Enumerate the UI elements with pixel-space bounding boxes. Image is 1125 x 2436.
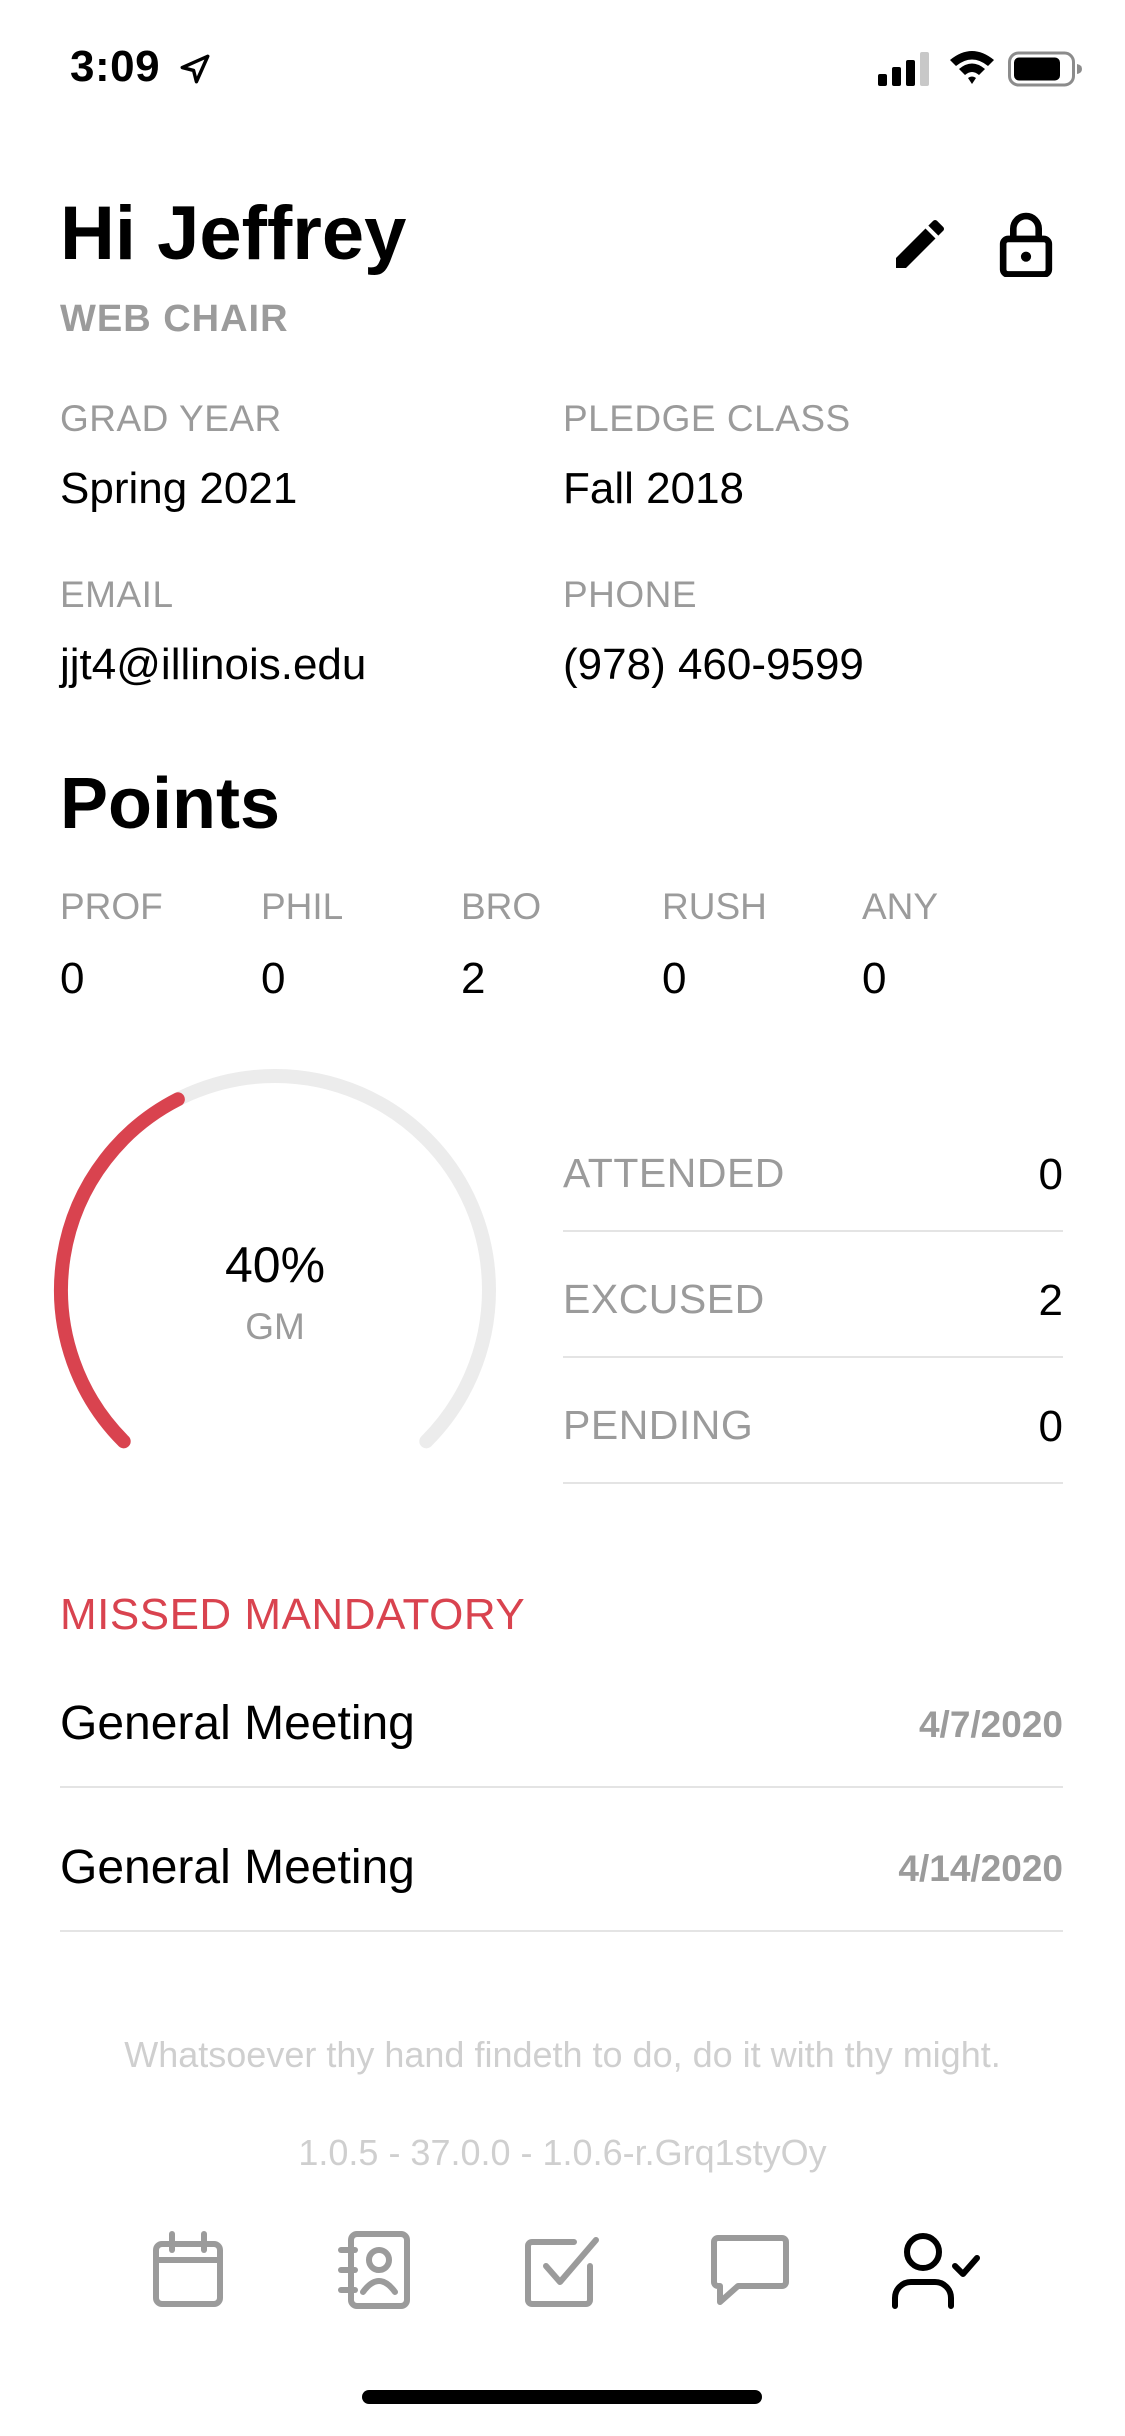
status-time: 3:09 bbox=[70, 42, 161, 91]
status-bar: 3:09 bbox=[0, 0, 1125, 140]
pending-row: PENDING 0 bbox=[563, 1360, 1063, 1484]
points-any-value: 0 bbox=[862, 954, 887, 1003]
missed-event-row[interactable]: General Meeting 4/14/2020 bbox=[60, 1788, 1063, 1932]
tab-tasks[interactable] bbox=[512, 2220, 612, 2320]
missed-event-row[interactable]: General Meeting 4/7/2020 bbox=[60, 1644, 1063, 1788]
points-bro-value: 2 bbox=[461, 954, 486, 1003]
user-check-icon bbox=[892, 2233, 980, 2309]
excused-label: EXCUSED bbox=[563, 1276, 765, 1322]
grad-year-label: GRAD YEAR bbox=[60, 398, 282, 439]
excused-row: EXCUSED 2 bbox=[563, 1234, 1063, 1358]
edit-profile-button[interactable] bbox=[884, 208, 956, 280]
tab-directory[interactable] bbox=[325, 2220, 425, 2320]
points-bro-label: BRO bbox=[461, 886, 542, 927]
greeting-title: Hi Jeffrey bbox=[60, 191, 407, 276]
tab-profile[interactable] bbox=[886, 2220, 986, 2320]
points-prof-label: PROF bbox=[60, 886, 163, 927]
battery-icon bbox=[1008, 51, 1082, 87]
missed-event-date: 4/7/2020 bbox=[918, 1704, 1063, 1745]
chat-icon bbox=[711, 2235, 789, 2305]
excused-value: 2 bbox=[1038, 1276, 1063, 1325]
missed-event-name: General Meeting bbox=[60, 1841, 415, 1894]
pledge-class-value: Fall 2018 bbox=[563, 464, 745, 513]
email-label: EMAIL bbox=[60, 574, 174, 615]
checkbox-icon bbox=[525, 2237, 599, 2307]
gauge-label: GM bbox=[245, 1306, 305, 1347]
attended-row: ATTENDED 0 bbox=[563, 1108, 1063, 1232]
lock-button[interactable] bbox=[990, 208, 1062, 280]
pending-label: PENDING bbox=[563, 1402, 754, 1448]
role-label: WEB CHAIR bbox=[60, 298, 289, 340]
calendar-icon bbox=[153, 2231, 223, 2307]
attended-value: 0 bbox=[1038, 1150, 1063, 1199]
attended-label: ATTENDED bbox=[563, 1150, 785, 1196]
gauge-percent: 40% bbox=[224, 1237, 326, 1293]
points-phil-label: PHIL bbox=[261, 886, 344, 927]
contacts-icon bbox=[338, 2231, 410, 2309]
tab-bar bbox=[0, 2210, 1125, 2330]
points-prof-value: 0 bbox=[60, 954, 85, 1003]
cellular-signal-icon bbox=[878, 52, 929, 86]
missed-event-name: General Meeting bbox=[60, 1697, 415, 1750]
pledge-class-label: PLEDGE CLASS bbox=[563, 398, 851, 439]
lock-icon bbox=[999, 212, 1053, 277]
points-rush-value: 0 bbox=[662, 954, 687, 1003]
pencil-icon bbox=[896, 219, 945, 268]
points-any-label: ANY bbox=[862, 886, 939, 927]
missed-mandatory-title: MISSED MANDATORY bbox=[60, 1590, 526, 1639]
email-value[interactable]: jjt4@illinois.edu bbox=[60, 640, 366, 690]
points-rush-label: RUSH bbox=[662, 886, 767, 927]
missed-event-date: 4/14/2020 bbox=[898, 1848, 1063, 1889]
points-phil-value: 0 bbox=[261, 954, 286, 1003]
points-title: Points bbox=[60, 764, 281, 844]
tab-messages[interactable] bbox=[700, 2220, 800, 2320]
version-text: 1.0.5 - 37.0.0 - 1.0.6-r.Grq1styOy bbox=[298, 2132, 827, 2173]
home-indicator bbox=[362, 2390, 762, 2404]
phone-label: PHONE bbox=[563, 574, 698, 615]
motto-text: Whatsoever thy hand findeth to do, do it… bbox=[124, 2034, 1001, 2075]
grad-year-value: Spring 2021 bbox=[60, 464, 298, 513]
wifi-icon bbox=[950, 51, 994, 84]
pending-value: 0 bbox=[1038, 1402, 1063, 1451]
location-arrow-icon bbox=[180, 54, 210, 84]
phone-value[interactable]: (978) 460-9599 bbox=[563, 640, 864, 690]
tab-calendar[interactable] bbox=[138, 2220, 238, 2320]
